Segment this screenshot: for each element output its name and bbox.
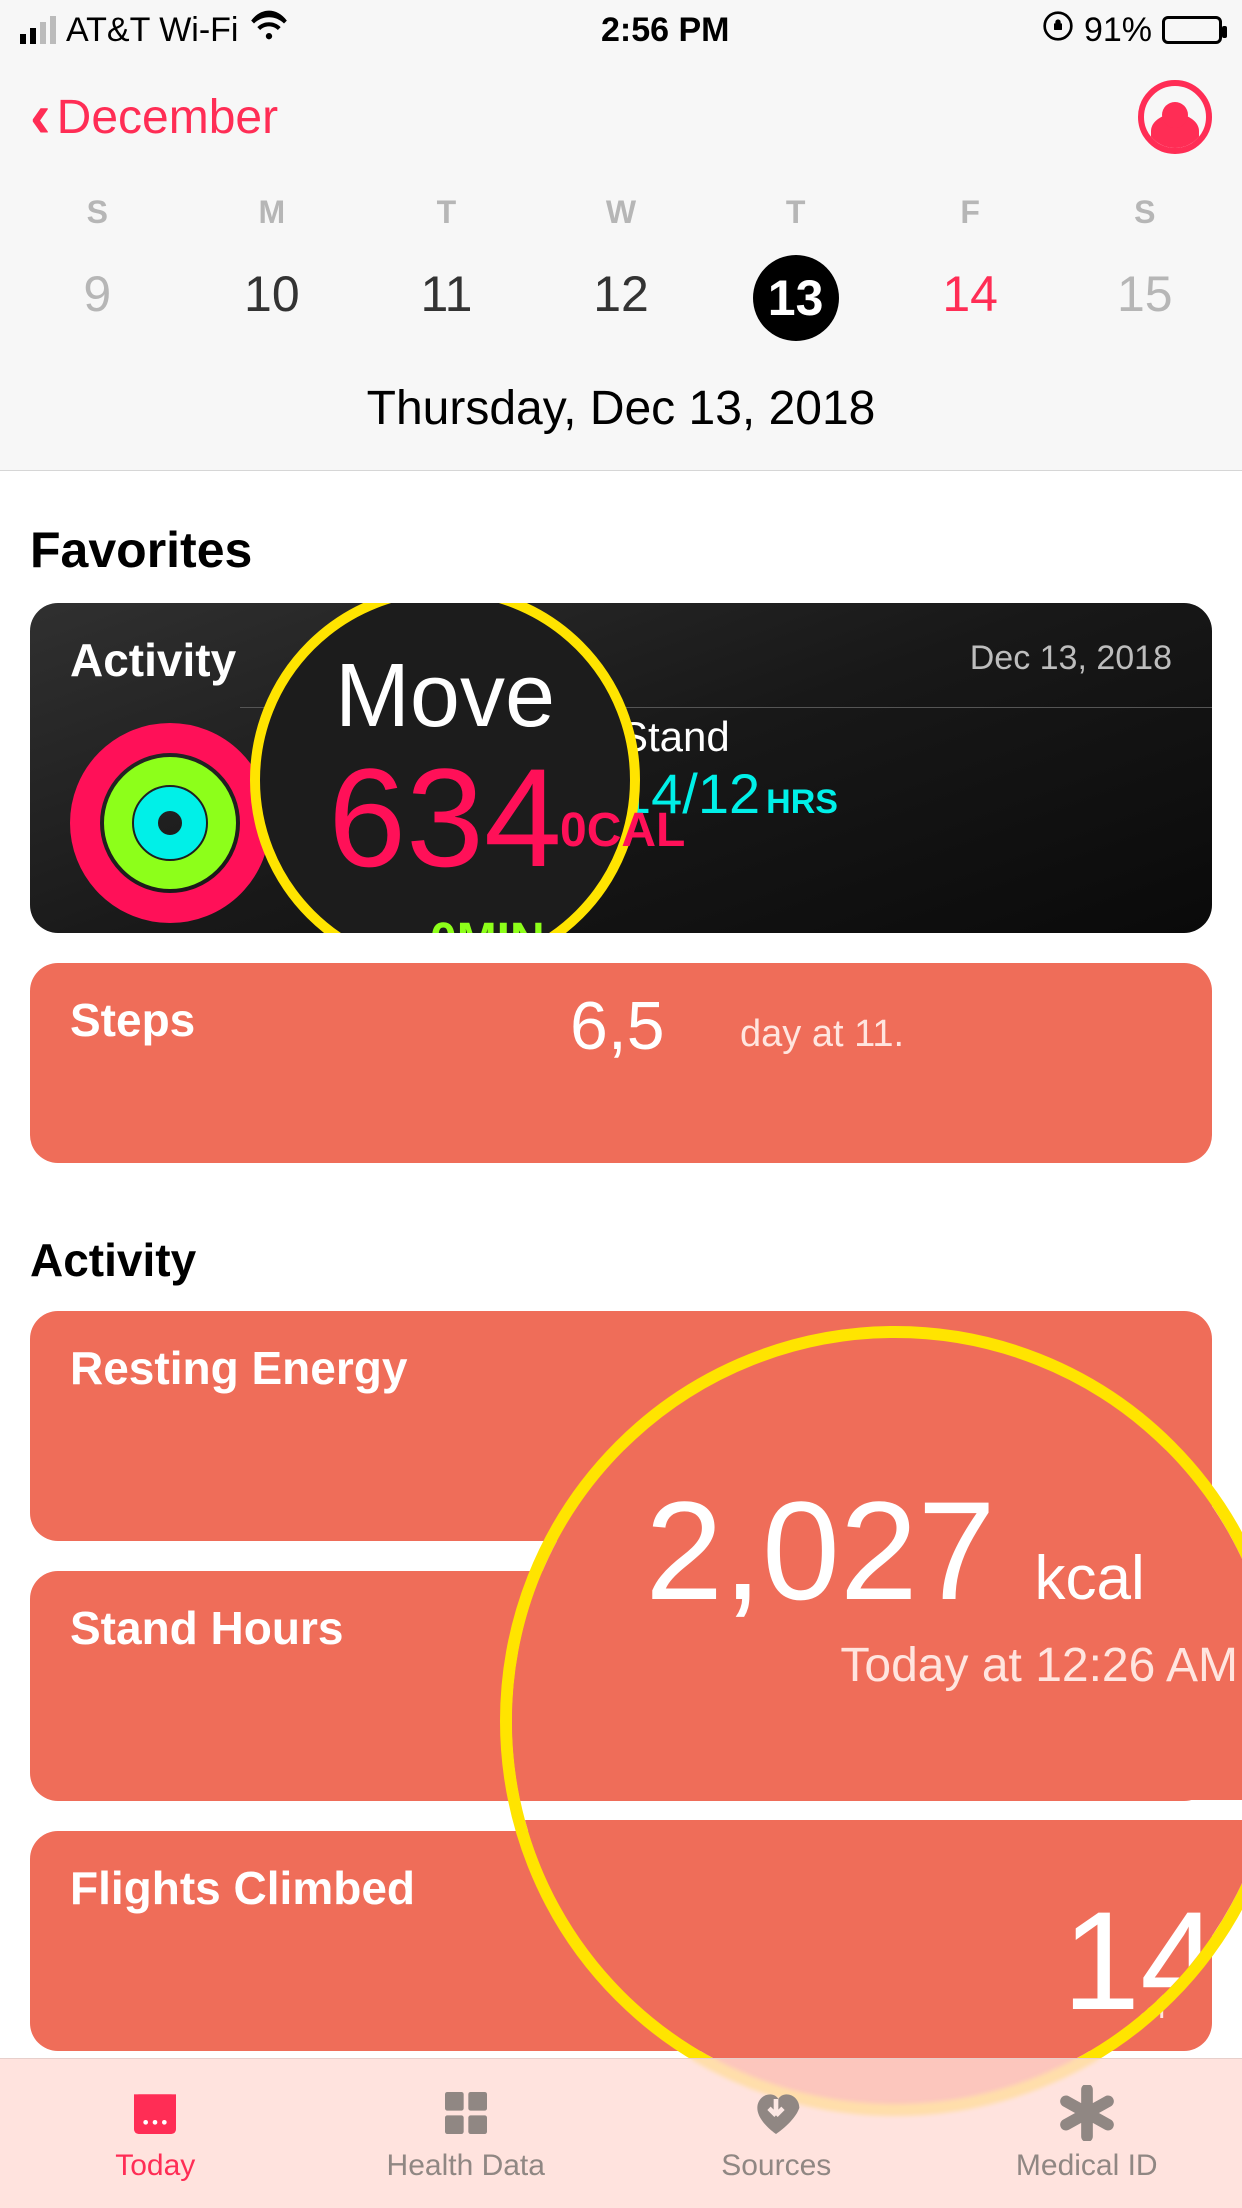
back-button[interactable]: ‹ December	[30, 90, 278, 145]
full-date: Thursday, Dec 13, 2018	[0, 351, 1242, 470]
tab-label: Medical ID	[1016, 2149, 1158, 2183]
tab-today[interactable]: Today	[0, 2085, 311, 2183]
orientation-lock-icon	[1042, 10, 1074, 51]
steps-card[interactable]: Steps 6,5 day at 11.	[30, 963, 1212, 1163]
clock-text: 2:56 PM	[601, 11, 730, 50]
day-11[interactable]: T11	[359, 194, 534, 341]
status-bar: AT&T Wi-Fi 2:56 PM 91%	[0, 0, 1242, 60]
profile-button[interactable]	[1138, 80, 1212, 154]
stand-hours-title: Stand Hours	[70, 1602, 343, 1654]
flights-title: Flights Climbed	[70, 1862, 415, 1914]
back-label: December	[57, 90, 278, 145]
wifi-icon	[249, 6, 289, 55]
day-13-selected[interactable]: T13	[708, 194, 883, 341]
battery-icon	[1162, 16, 1222, 44]
tab-medical-id[interactable]: Medical ID	[932, 2085, 1242, 2183]
exercise-unit-frag: 0MIN	[430, 913, 545, 933]
activity-card-title: Activity	[70, 634, 236, 686]
day-10[interactable]: M10	[185, 194, 360, 341]
resting-energy-title: Resting Energy	[70, 1342, 407, 1394]
steps-value-frag: 6,5	[570, 987, 665, 1065]
day-15[interactable]: S15	[1057, 194, 1232, 341]
steps-title: Steps	[70, 994, 195, 1046]
favorites-heading: Favorites	[30, 481, 1212, 603]
tab-sources[interactable]: Sources	[621, 2085, 932, 2183]
day-14[interactable]: F14	[883, 194, 1058, 341]
activity-card[interactable]: Activity Dec 13, 2018 Stand 14/12HRS Mov…	[30, 603, 1212, 933]
tab-bar: Today Health Data Sources Medical ID	[0, 2058, 1242, 2208]
chevron-left-icon: ‹	[30, 98, 51, 135]
content-scroll[interactable]: Favorites Activity Dec 13, 2018 Stand 14…	[0, 471, 1242, 2051]
week-row: S9 M10 T11 W12 T13 F14 S15	[0, 164, 1242, 351]
day-9[interactable]: S9	[10, 194, 185, 341]
activity-rings-icon	[70, 723, 270, 923]
battery-pct: 91%	[1084, 11, 1152, 50]
signal-bars-icon	[20, 16, 56, 44]
calendar-icon	[127, 2085, 183, 2141]
tab-health-data[interactable]: Health Data	[311, 2085, 622, 2183]
heart-download-icon	[748, 2085, 804, 2141]
asterisk-icon	[1059, 2085, 1115, 2141]
carrier-text: AT&T Wi-Fi	[66, 11, 239, 50]
tab-label: Today	[115, 2149, 195, 2183]
move-unit-frag: 0CAL	[560, 803, 685, 858]
activity-sub-heading: Activity	[30, 1193, 1212, 1311]
steps-sub-frag: day at 11.	[740, 1013, 904, 1056]
tab-label: Sources	[721, 2149, 831, 2183]
magnifier-resting-energy: 2,027 kcal Today at 12:26 AM 14	[500, 1326, 1242, 2116]
divider	[240, 707, 1212, 708]
calendar-header: ‹ December S9 M10 T11 W12 T13 F14 S15 Th…	[0, 60, 1242, 471]
grid-icon	[438, 2085, 494, 2141]
activity-card-date: Dec 13, 2018	[970, 639, 1172, 678]
day-12[interactable]: W12	[534, 194, 709, 341]
tab-label: Health Data	[387, 2149, 545, 2183]
